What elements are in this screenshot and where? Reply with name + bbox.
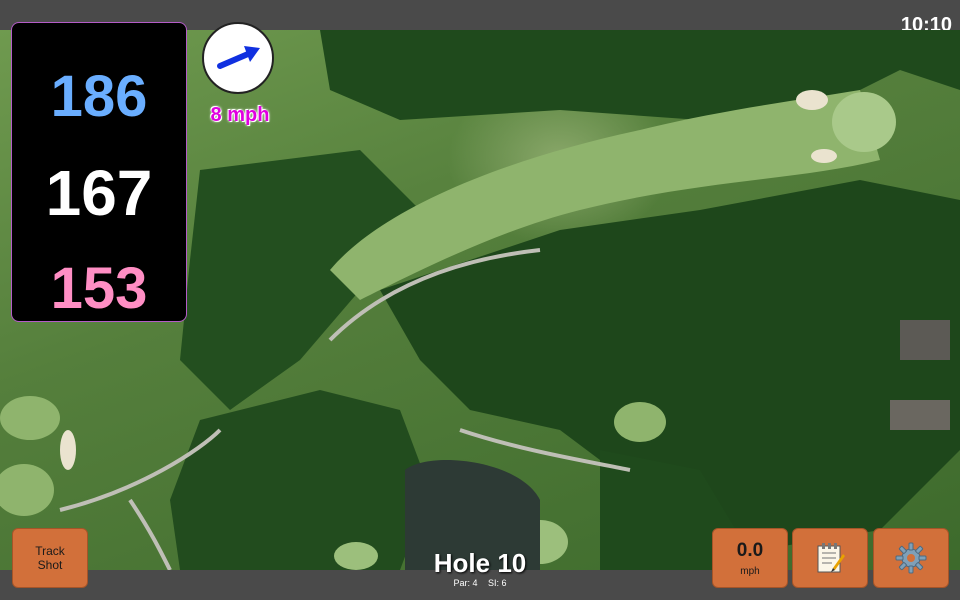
speed-unit: mph: [740, 565, 760, 577]
distance-panel: 186 167 153: [11, 22, 187, 322]
hole-par: Par: 4: [453, 578, 478, 588]
hole-meta: Par: 4 SI: 6: [380, 578, 580, 588]
center-distance: 167: [45, 157, 153, 229]
speed-button[interactable]: 0.0 mph: [712, 528, 788, 588]
track-shot-button[interactable]: Track Shot: [12, 528, 88, 588]
wind-indicator: [202, 22, 274, 94]
notepad-icon: [817, 543, 845, 573]
wind-arrow-icon: [217, 46, 260, 69]
track-shot-label-line1: Track: [35, 544, 65, 558]
hole-title: Hole 10: [433, 548, 527, 578]
speed-value: 0.0: [736, 539, 764, 561]
hole-si: SI: 6: [488, 578, 507, 588]
gear-icon: [895, 542, 927, 574]
track-shot-label-line2: Shot: [37, 558, 63, 572]
back-distance: 186: [50, 64, 148, 129]
notes-button[interactable]: [792, 528, 868, 588]
front-distance: 153: [50, 256, 148, 321]
wind-speed: 8 mph: [210, 104, 270, 126]
settings-button[interactable]: [873, 528, 949, 588]
